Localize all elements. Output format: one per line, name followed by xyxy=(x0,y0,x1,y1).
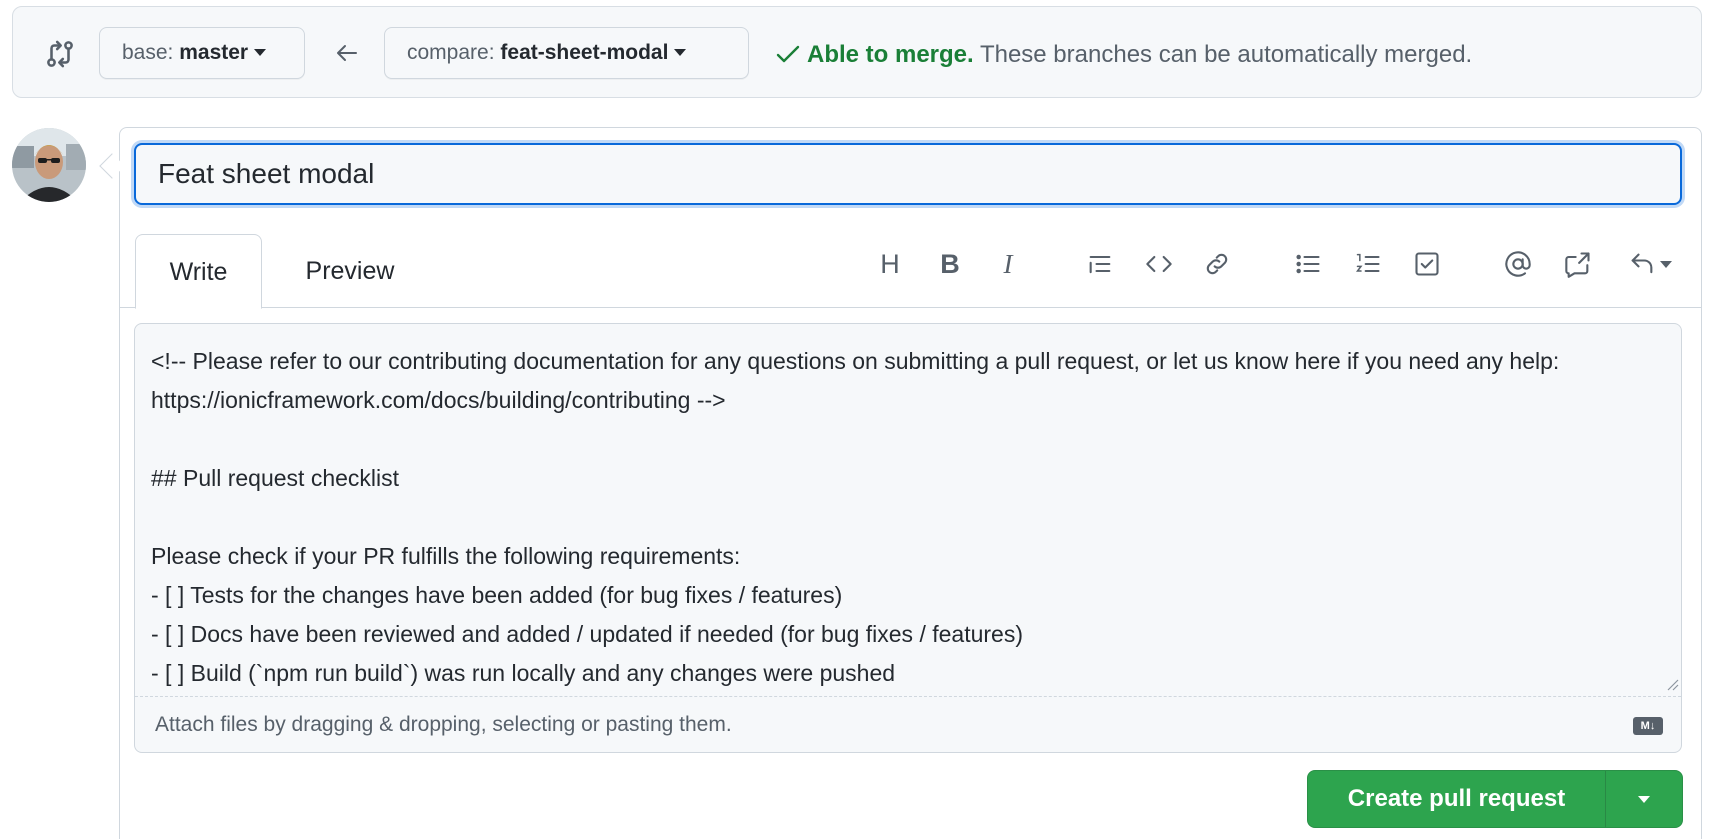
chevron-down-icon xyxy=(254,49,267,56)
compare-branch-prefix: compare: xyxy=(407,41,495,64)
unordered-list-icon[interactable] xyxy=(1290,246,1326,282)
merge-status-ok: Able to merge. xyxy=(807,41,974,68)
merge-status: Able to merge. These branches can be aut… xyxy=(775,40,1472,70)
editor-tabs: Write Preview xyxy=(120,234,1701,309)
italic-icon[interactable]: I xyxy=(990,246,1026,282)
resize-handle-icon[interactable] xyxy=(1665,677,1679,691)
heading-label: H xyxy=(880,249,900,279)
quote-icon[interactable] xyxy=(1082,246,1118,282)
markdown-icon[interactable]: M↓ xyxy=(1633,717,1663,735)
avatar[interactable] xyxy=(12,128,86,202)
check-icon xyxy=(776,45,800,63)
avatar-image xyxy=(12,128,86,202)
italic-label: I xyxy=(1003,249,1013,279)
merge-status-detail: These branches can be automatically merg… xyxy=(979,41,1473,68)
pr-body-text[interactable]: <!-- Please refer to our contributing do… xyxy=(151,342,1671,692)
compare-bar: base: master compare: feat-sheet-modal A… xyxy=(12,6,1702,98)
arrow-left-icon xyxy=(337,45,357,61)
mention-icon[interactable] xyxy=(1500,246,1536,282)
saved-replies-icon[interactable] xyxy=(1622,246,1678,282)
tab-write[interactable]: Write xyxy=(135,234,262,309)
compare-branch-name: feat-sheet-modal xyxy=(500,41,669,64)
create-pr-button-group: Create pull request xyxy=(1307,770,1683,828)
code-icon[interactable] xyxy=(1141,246,1177,282)
bold-icon[interactable]: B xyxy=(932,246,968,282)
git-compare-icon xyxy=(47,40,73,68)
create-pull-request-button[interactable]: Create pull request xyxy=(1308,771,1606,827)
base-branch-prefix: base: xyxy=(122,41,174,64)
compare-branch-select[interactable]: compare: feat-sheet-modal xyxy=(384,27,749,79)
base-branch-name: master xyxy=(179,41,249,64)
reference-icon[interactable] xyxy=(1560,246,1596,282)
attach-files-hint: Attach files by dragging & dropping, sel… xyxy=(155,713,732,736)
pr-title-input[interactable] xyxy=(134,143,1682,205)
link-icon[interactable] xyxy=(1199,246,1235,282)
heading-icon[interactable]: H xyxy=(872,246,908,282)
pr-body-editor[interactable]: <!-- Please refer to our contributing do… xyxy=(134,323,1682,753)
base-branch-select[interactable]: base: master xyxy=(99,27,305,79)
attach-files-bar[interactable]: Attach files by dragging & dropping, sel… xyxy=(135,696,1681,753)
task-list-icon[interactable] xyxy=(1409,246,1445,282)
ordered-list-icon[interactable] xyxy=(1350,246,1386,282)
create-pr-options-dropdown[interactable] xyxy=(1606,771,1682,827)
bold-label: B xyxy=(940,249,960,279)
chevron-down-icon xyxy=(1660,260,1672,268)
chevron-down-icon xyxy=(1638,795,1650,803)
chevron-down-icon xyxy=(674,49,687,56)
tab-preview[interactable]: Preview xyxy=(280,234,420,308)
